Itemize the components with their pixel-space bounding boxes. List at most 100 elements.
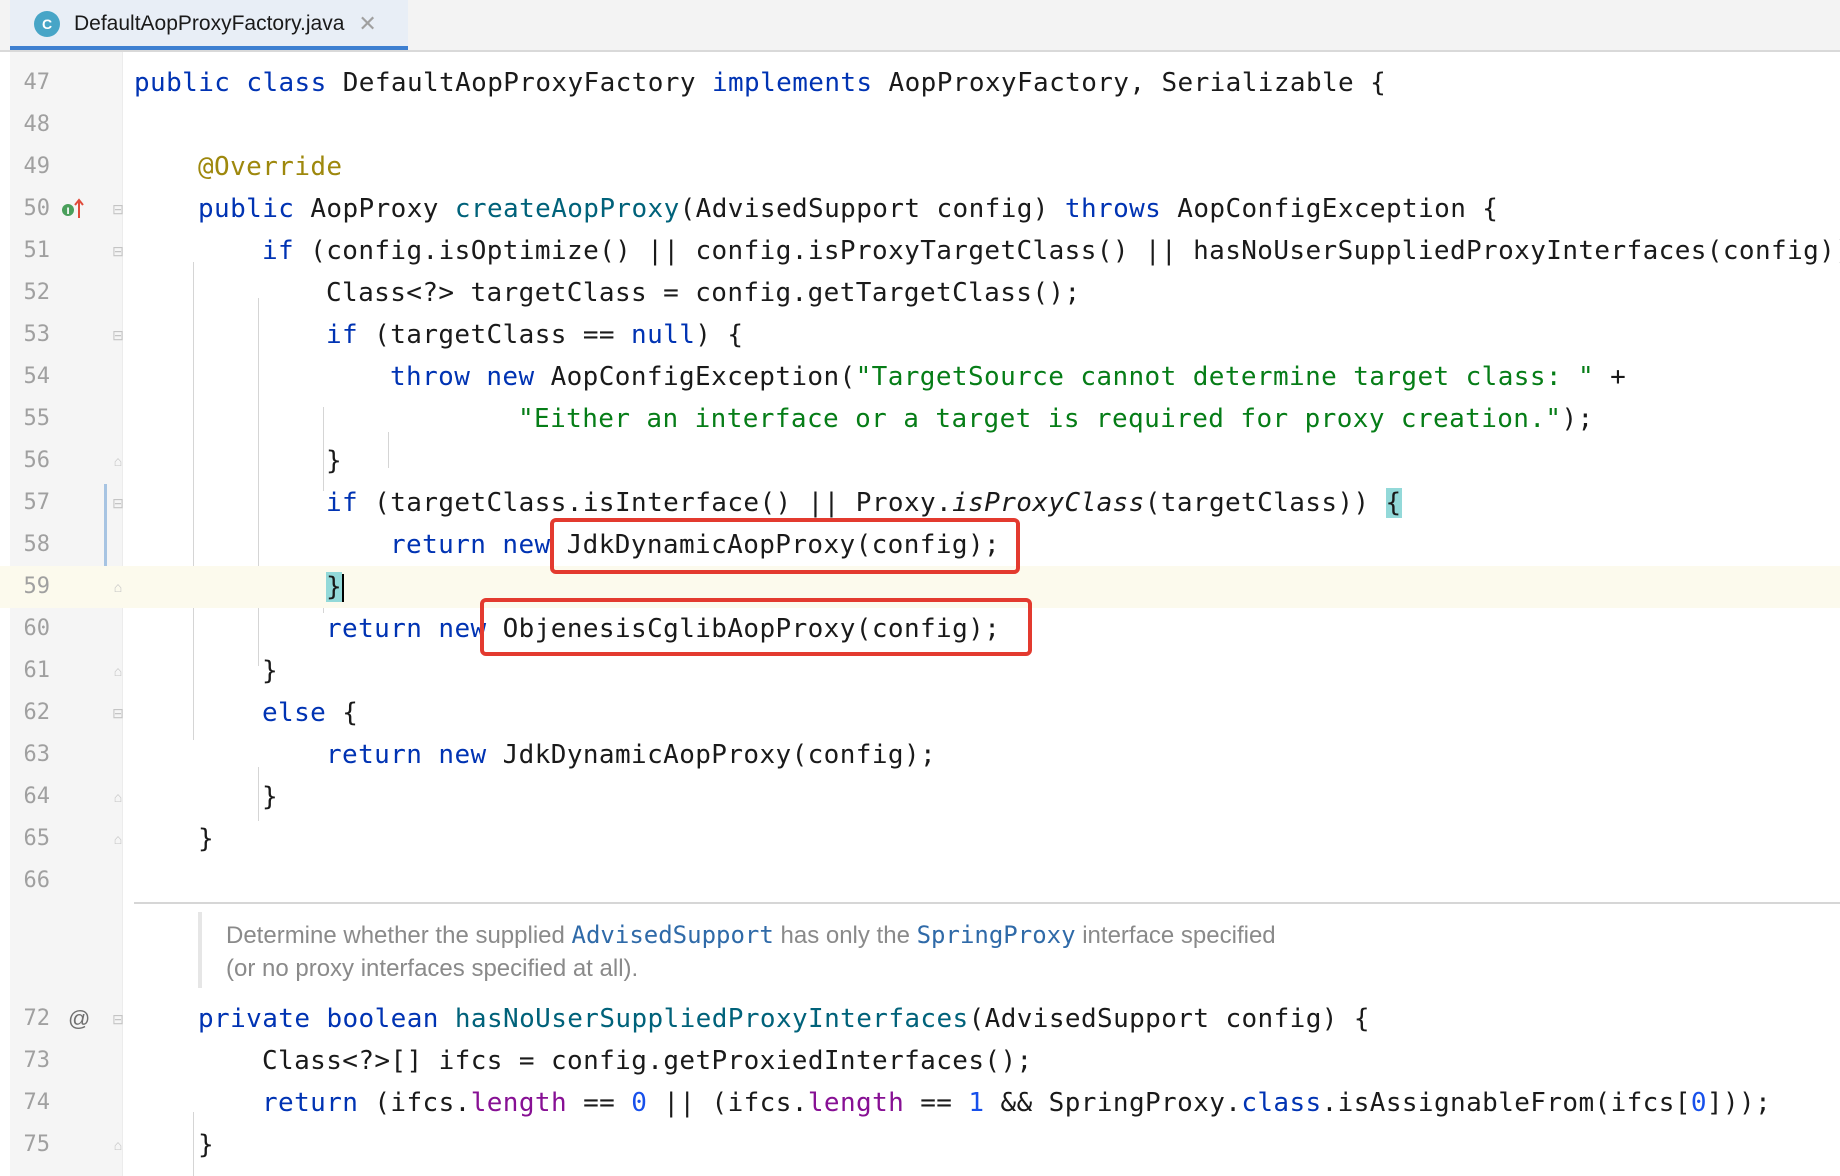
fold-icon[interactable]: ⊟ xyxy=(110,495,126,511)
code-token: AopProxy xyxy=(294,194,455,224)
code-token: } xyxy=(262,656,279,686)
line-number: 57 xyxy=(23,490,51,515)
code-line-63[interactable]: 63 return new JdkDynamicAopProxy(config)… xyxy=(0,734,1840,776)
code-text: } xyxy=(262,776,278,818)
line-number: 66 xyxy=(23,868,51,893)
code-line-56[interactable]: 56 ⌂ } xyxy=(0,440,1840,482)
keyword: class xyxy=(1241,1088,1322,1118)
code-token: Class<?> targetClass = config.getTargetC… xyxy=(326,278,1081,308)
line-number: 49 xyxy=(23,154,51,179)
code-text: public AopProxy createAopProxy(AdvisedSu… xyxy=(198,188,1498,230)
doc-bar xyxy=(198,912,202,988)
matched-brace: } xyxy=(326,572,343,602)
code-token: } xyxy=(198,824,215,854)
fold-icon[interactable]: ⊟ xyxy=(110,1011,126,1027)
fold-icon[interactable]: ⌂ xyxy=(110,831,126,847)
line-number: 52 xyxy=(23,280,51,305)
code-line-51[interactable]: 51 ⊟ if (config.isOptimize() || config.i… xyxy=(0,230,1840,272)
keyword: private xyxy=(198,1004,311,1034)
line-number: 59 xyxy=(23,574,51,599)
implements-method-icon[interactable]: I xyxy=(60,196,86,222)
code-token: (targetClass)) xyxy=(1144,488,1386,518)
field: length xyxy=(807,1088,905,1118)
keyword: else xyxy=(262,698,327,728)
fold-icon[interactable]: ⊟ xyxy=(110,243,126,259)
code-line-47[interactable]: 47 public class DefaultAopProxyFactory i… xyxy=(0,62,1840,104)
code-line-65[interactable]: 65 ⌂ } xyxy=(0,818,1840,860)
code-text: private boolean hasNoUserSuppliedProxyIn… xyxy=(198,998,1370,1040)
keyword: new xyxy=(438,740,487,770)
close-icon[interactable]: ✕ xyxy=(358,11,376,37)
code-line-61[interactable]: 61 ⌂ } xyxy=(0,650,1840,692)
code-line-72[interactable]: 72 @ ⊟ private boolean hasNoUserSupplied… xyxy=(0,998,1840,1040)
fold-icon[interactable]: ⊟ xyxy=(110,201,126,217)
code-token: == xyxy=(904,1088,969,1118)
keyword: class xyxy=(246,68,327,98)
java-class-icon: C xyxy=(34,11,60,37)
number-literal: 0 xyxy=(1690,1088,1707,1118)
keyword: implements xyxy=(711,68,873,98)
code-line-48[interactable]: 48 xyxy=(0,104,1840,146)
code-token: || (ifcs. xyxy=(647,1088,808,1118)
keyword: return xyxy=(326,740,423,770)
fold-icon[interactable]: ⊟ xyxy=(110,327,126,343)
fold-icon[interactable]: ⌂ xyxy=(110,1137,126,1153)
code-line-73[interactable]: 73 Class<?>[] ifcs = config.getProxiedIn… xyxy=(0,1040,1840,1082)
code-token: } xyxy=(326,446,343,476)
code-line-55[interactable]: 55 "Either an interface or a target is r… xyxy=(0,398,1840,440)
at-icon[interactable]: @ xyxy=(68,1006,90,1032)
string-literal: "TargetSource cannot determine target cl… xyxy=(855,362,1595,392)
fold-icon[interactable]: ⊟ xyxy=(110,705,126,721)
code-text: return (ifcs.length == 0 || (ifcs.length… xyxy=(262,1082,1771,1124)
line-number: 62 xyxy=(23,700,51,725)
line-number: 61 xyxy=(23,658,51,683)
file-tab[interactable]: C DefaultAopProxyFactory.java ✕ xyxy=(10,0,408,50)
line-number: 72 xyxy=(23,1006,51,1031)
fold-icon[interactable]: ⌂ xyxy=(110,579,126,595)
number-literal: 0 xyxy=(631,1088,648,1118)
code-line-52[interactable]: 52 Class<?> targetClass = config.getTarg… xyxy=(0,272,1840,314)
code-token: (config.isOptimize() || config.isProxyTa… xyxy=(294,236,1840,266)
line-number: 58 xyxy=(23,532,51,557)
code-editor[interactable]: 47 public class DefaultAopProxyFactory i… xyxy=(0,52,1840,1176)
code-line-54[interactable]: 54 throw new AopConfigException("TargetS… xyxy=(0,356,1840,398)
keyword: public xyxy=(198,194,295,224)
code-text: Class<?>[] ifcs = config.getProxiedInter… xyxy=(262,1040,1033,1082)
code-text: else { xyxy=(262,692,358,734)
code-line-53[interactable]: 53 ⊟ if (targetClass == null) { xyxy=(0,314,1840,356)
line-number: 74 xyxy=(23,1090,51,1115)
keyword: return xyxy=(326,614,423,644)
code-line-50[interactable]: 50 I ⊟ public AopProxy createAopProxy(Ad… xyxy=(0,188,1840,230)
fold-icon[interactable]: ⌂ xyxy=(110,789,126,805)
fold-icon[interactable]: ⌂ xyxy=(110,663,126,679)
javadoc-line-1: Determine whether the supplied AdvisedSu… xyxy=(226,918,1276,953)
code-line-74[interactable]: 74 return (ifcs.length == 0 || (ifcs.len… xyxy=(0,1082,1840,1124)
code-line-66[interactable]: 66 xyxy=(0,860,1840,902)
code-token: Class<?>[] ifcs = config.getProxiedInter… xyxy=(262,1046,1033,1076)
line-number: 51 xyxy=(23,238,51,263)
code-token: (AdvisedSupport config) { xyxy=(968,1004,1370,1034)
fold-icon[interactable]: ⌂ xyxy=(110,453,126,469)
keyword: return xyxy=(390,530,487,560)
code-line-64[interactable]: 64 ⌂ } xyxy=(0,776,1840,818)
code-line-49[interactable]: 49 @Override xyxy=(0,146,1840,188)
doc-link-spring-proxy[interactable]: SpringProxy xyxy=(917,921,1076,949)
doc-link-advised-support[interactable]: AdvisedSupport xyxy=(572,921,774,949)
code-token: ) { xyxy=(695,320,744,350)
code-line-62[interactable]: 62 ⊟ else { xyxy=(0,692,1840,734)
keyword: if xyxy=(326,320,359,350)
code-token: AopConfigException( xyxy=(534,362,856,392)
code-text: if (targetClass == null) { xyxy=(326,314,743,356)
static-method-call: isProxyClass xyxy=(952,488,1145,518)
highlight-box-jdk-proxy xyxy=(550,518,1020,574)
code-line-75[interactable]: 75 ⌂ } xyxy=(0,1124,1840,1166)
code-token: == xyxy=(567,1088,632,1118)
code-text: throw new AopConfigException("TargetSour… xyxy=(390,356,1626,398)
code-token: ); xyxy=(1561,404,1594,434)
line-number: 53 xyxy=(23,322,51,347)
line-number: 75 xyxy=(23,1132,51,1157)
doc-text: Determine whether the supplied xyxy=(226,922,572,949)
code-token: .isAssignableFrom(ifcs[ xyxy=(1321,1088,1691,1118)
